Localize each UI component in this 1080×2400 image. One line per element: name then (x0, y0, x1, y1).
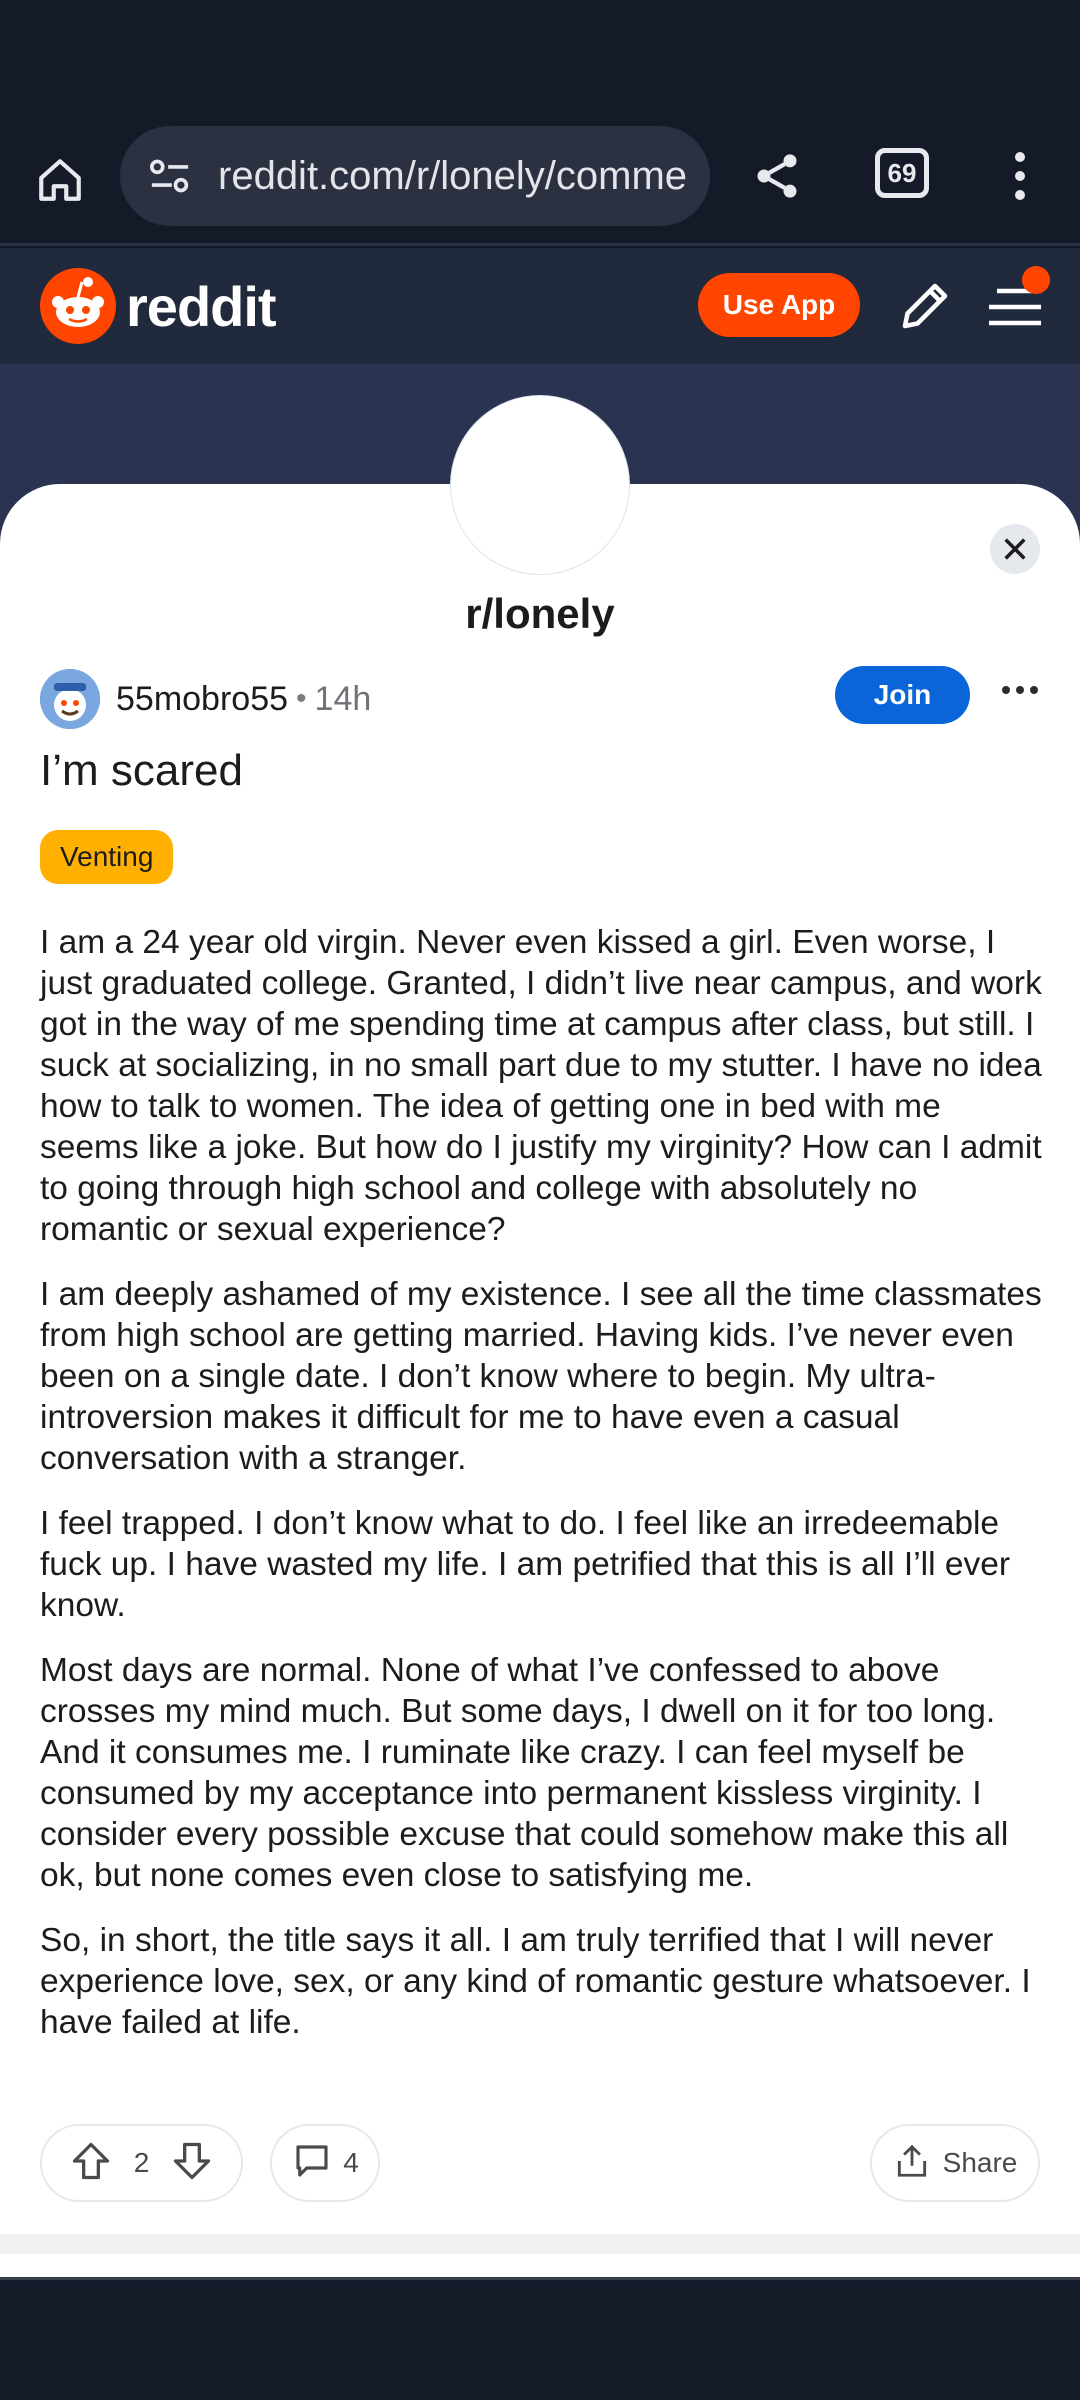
browser-menu-icon[interactable] (1000, 144, 1040, 208)
vote-count: 2 (133, 2147, 150, 2178)
join-button[interactable]: Join (835, 666, 970, 724)
site-settings-icon[interactable] (140, 156, 200, 196)
next-section (0, 2254, 1080, 2280)
close-icon[interactable] (990, 524, 1040, 574)
meta-separator: • (296, 682, 307, 715)
section-divider (0, 2234, 1080, 2254)
comment-count: 4 (343, 2147, 359, 2178)
share-button[interactable]: Share (870, 2124, 1040, 2202)
post-paragraph: I am a 24 year old virgin. Never even ki… (40, 924, 1042, 1248)
comments-button[interactable]: 4 (270, 2124, 380, 2202)
post-paragraph: I feel trapped. I don’t know what to do.… (40, 1505, 1011, 1624)
status-bar (0, 0, 1080, 120)
vote-control: 2 (40, 2124, 243, 2202)
post-paragraph: I am deeply ashamed of my existence. I s… (40, 1276, 1042, 1477)
upvote-icon[interactable] (69, 2139, 113, 2188)
post-flair[interactable]: Venting (40, 830, 174, 884)
post-paragraph: Most days are normal. None of what I’ve … (40, 1652, 1009, 1894)
notification-dot (1022, 266, 1050, 294)
subreddit-avatar[interactable] (450, 395, 630, 575)
author-name[interactable]: 55mobro55 (116, 680, 288, 719)
subreddit-name[interactable]: r/lonely (0, 590, 1080, 638)
post-paragraph: So, in short, the title says it all. I a… (40, 1922, 1031, 2041)
reddit-logo[interactable]: reddit (40, 268, 277, 344)
comment-icon (291, 2140, 333, 2187)
url-text: reddit.com/r/lonely/comme (218, 153, 688, 198)
post-body: I am a 24 year old virgin. Never even ki… (40, 922, 1045, 2067)
reddit-wordmark: reddit (126, 274, 277, 338)
share-upload-icon (893, 2142, 931, 2185)
address-bar[interactable]: reddit.com/r/lonely/comme (120, 126, 710, 226)
snoo-icon (40, 268, 116, 344)
post-title: I’m scared (40, 746, 243, 795)
tab-switcher-button[interactable]: 69 (875, 148, 929, 198)
post-time: 14h (314, 679, 372, 718)
post-actions: 2 4 Share (40, 2124, 1040, 2204)
post-meta: 55mobro55 • 14h (40, 668, 371, 730)
avatar[interactable] (40, 669, 100, 729)
browser-toolbar: reddit.com/r/lonely/comme 69 (0, 120, 1080, 246)
share-icon[interactable] (745, 144, 809, 208)
tab-count: 69 (887, 157, 917, 188)
downvote-icon[interactable] (170, 2139, 214, 2188)
more-options-icon[interactable] (1002, 680, 1038, 700)
reddit-header: reddit Use App (0, 248, 1080, 364)
system-nav-bar (0, 2283, 1080, 2400)
create-post-icon[interactable] (895, 276, 955, 336)
use-app-button[interactable]: Use App (698, 273, 860, 337)
share-label: Share (942, 2147, 1018, 2178)
home-icon[interactable] (28, 148, 92, 212)
